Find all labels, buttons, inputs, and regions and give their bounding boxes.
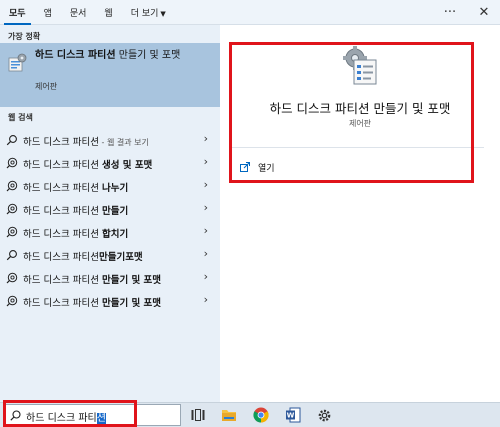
web-result-item[interactable]: 하드 디스크 파티션 만들기 및 포맷 › — [0, 267, 220, 290]
web-search-icon — [6, 180, 18, 192]
chevron-right-icon[interactable]: › — [204, 178, 208, 191]
web-result-label: 하드 디스크 파티션 나누기 — [23, 183, 129, 194]
web-result-label: 하드 디스크 파티션 합치기 — [23, 229, 129, 240]
preview-highlight — [229, 42, 474, 183]
best-match-heading: 가장 정확 — [8, 32, 41, 41]
svg-text:W: W — [287, 412, 295, 420]
web-result-item[interactable]: 하드 디스크 파티션 만들기 › — [0, 198, 220, 221]
web-result-label: 하드 디스크 파티션 만들기 — [23, 206, 129, 217]
ellipsis-icon[interactable]: ··· — [440, 2, 460, 22]
file-explorer-icon[interactable] — [220, 406, 238, 424]
web-result-label: 하드 디스크 파티션 생성 및 포맷 — [23, 160, 153, 171]
tab-all[interactable]: 모두 — [0, 0, 35, 25]
chevron-right-icon[interactable]: › — [204, 132, 208, 145]
web-result-label: 하드 디스크 파티션 - 웹 결과 보기 — [23, 137, 149, 148]
web-search-heading: 웹 검색 — [8, 113, 33, 122]
search-highlight — [3, 400, 137, 427]
chevron-right-icon[interactable]: › — [204, 224, 208, 237]
web-search-icon — [6, 272, 18, 284]
web-result-label: 하드 디스크 파티션 만들기 및 포맷 — [23, 275, 162, 286]
task-view-icon[interactable] — [189, 406, 207, 424]
search-icon — [6, 249, 18, 261]
tab-web[interactable]: 웹 — [95, 0, 121, 25]
chevron-right-icon[interactable]: › — [204, 247, 208, 260]
web-search-icon — [6, 203, 18, 215]
web-result-item[interactable]: 하드 디스크 파티션 합치기 › — [0, 221, 220, 244]
disk-management-icon — [8, 53, 27, 72]
web-result-item[interactable]: 하드 디스크 파티션 - 웹 결과 보기 › — [0, 129, 220, 152]
search-scope-bar: 모두 앱 문서 웹 더 보기 ▼ ··· ✕ — [0, 0, 500, 25]
best-match-title: 하드 디스크 파티션 만들기 및 포맷 — [35, 50, 181, 61]
settings-icon[interactable] — [315, 406, 333, 424]
web-result-item[interactable]: 하드 디스크 파티션 나누기 › — [0, 175, 220, 198]
best-match-subtitle: 제어판 — [35, 82, 58, 91]
scope-tabs: 모두 앱 문서 웹 더 보기 ▼ — [0, 0, 175, 25]
best-match-item[interactable]: 하드 디스크 파티션 만들기 및 포맷 제어판 — [0, 43, 220, 107]
tab-documents[interactable]: 문서 — [61, 0, 96, 25]
web-result-item[interactable]: 하드 디스크 파티션 생성 및 포맷 › — [0, 152, 220, 175]
chevron-right-icon[interactable]: › — [204, 155, 208, 168]
chevron-right-icon[interactable]: › — [204, 201, 208, 214]
web-search-icon — [6, 226, 18, 238]
search-icon — [6, 134, 18, 146]
web-result-item[interactable]: 하드 디스크 파티션 만들기 및 포맷 › — [0, 290, 220, 313]
results-panel: 가장 정확 하드 디스크 파티션 만들기 및 포맷 제어판 웹 검색 하드 디스… — [0, 25, 220, 402]
chevron-down-icon: ▼ — [160, 10, 166, 18]
web-result-label: 하드 디스크 파티션만들기포맷 — [23, 252, 143, 263]
word-icon[interactable]: W — [284, 406, 302, 424]
tab-apps[interactable]: 앱 — [35, 0, 61, 25]
chevron-right-icon[interactable]: › — [204, 293, 208, 306]
web-result-label: 하드 디스크 파티션 만들기 및 포맷 — [23, 298, 162, 309]
tab-more[interactable]: 더 보기 ▼ — [122, 0, 175, 25]
web-search-icon — [6, 157, 18, 169]
close-icon[interactable]: ✕ — [474, 2, 494, 22]
chevron-right-icon[interactable]: › — [204, 270, 208, 283]
chrome-icon[interactable] — [252, 406, 270, 424]
web-search-icon — [6, 295, 18, 307]
web-result-item[interactable]: 하드 디스크 파티션만들기포맷 › — [0, 244, 220, 267]
